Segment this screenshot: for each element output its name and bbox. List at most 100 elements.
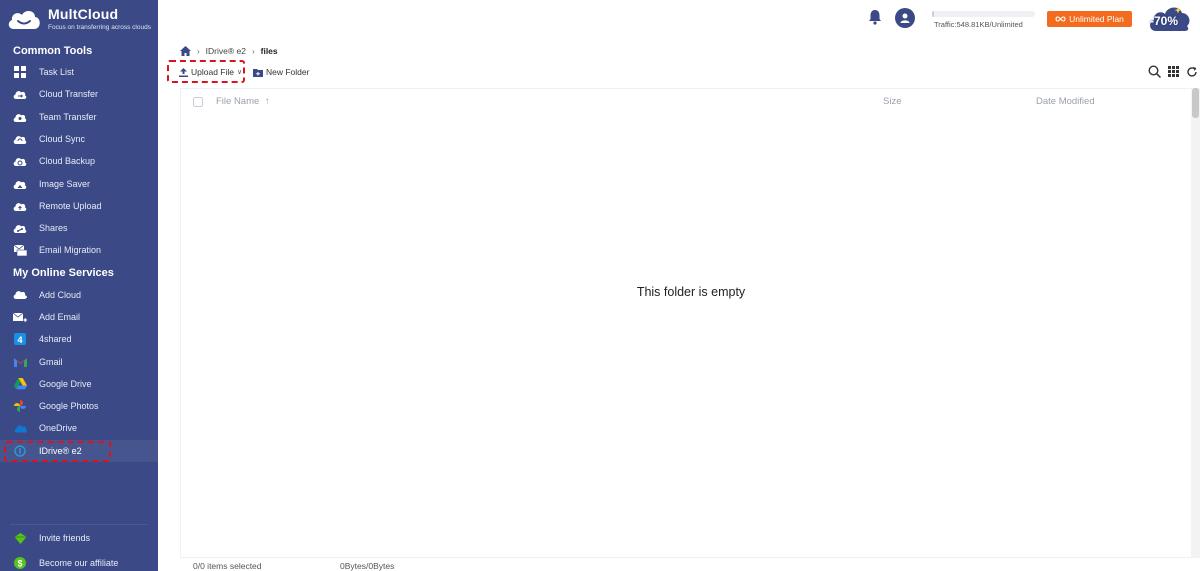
sidebar-item-task-list[interactable]: Task List xyxy=(0,61,158,83)
unlimited-plan-label: Unlimited Plan xyxy=(1069,14,1124,24)
sidebar-item-add-email[interactable]: Add Email xyxy=(0,306,158,328)
top-header: Traffic:548.81KB/Unlimited Unlimited Pla… xyxy=(158,0,1200,38)
traffic-text: Traffic:548.81KB/Unlimited xyxy=(934,20,1023,29)
online-services-title: My Online Services xyxy=(13,267,114,279)
svg-text:$: $ xyxy=(17,559,22,569)
email-migration-icon xyxy=(13,243,27,257)
promo-discount-text: -70% xyxy=(1150,14,1179,28)
sort-ascending-icon: ↑ xyxy=(264,96,270,107)
gift-icon xyxy=(13,531,27,545)
team-transfer-icon xyxy=(13,110,27,124)
sidebar-item-become-affiliate[interactable]: $ Become our affiliate xyxy=(0,552,158,571)
column-date-modified[interactable]: Date Modified xyxy=(1036,96,1095,107)
select-all-checkbox[interactable] xyxy=(193,97,203,107)
breadcrumb-current-folder: files xyxy=(260,46,278,56)
view-tools xyxy=(1148,65,1198,78)
infinity-icon xyxy=(1055,16,1066,22)
sidebar-item-label: Cloud Backup xyxy=(39,156,96,166)
new-folder-icon xyxy=(253,68,263,77)
4shared-icon: 4 xyxy=(13,332,27,346)
multcloud-logo-icon xyxy=(8,11,40,29)
brand-title: MultCloud xyxy=(48,6,119,22)
new-folder-label: New Folder xyxy=(266,67,310,77)
column-file-name[interactable]: File Name ↑ xyxy=(216,96,270,107)
unlimited-plan-button[interactable]: Unlimited Plan xyxy=(1047,11,1132,27)
sidebar-item-shares[interactable]: Shares xyxy=(0,217,158,239)
idrive-e2-highlight xyxy=(4,441,111,462)
sidebar-item-remote-upload[interactable]: Remote Upload xyxy=(0,195,158,217)
sidebar-item-label: Task List xyxy=(39,67,75,77)
sidebar-item-gmail[interactable]: Gmail xyxy=(0,351,158,373)
bell-icon[interactable] xyxy=(868,9,882,28)
sidebar-item-label: Cloud Sync xyxy=(39,134,86,144)
sidebar-item-4shared[interactable]: 4 4shared xyxy=(0,328,158,350)
user-icon xyxy=(900,13,910,23)
breadcrumb-idrive-e2[interactable]: IDrive® e2 xyxy=(206,46,246,56)
sidebar-item-cloud-sync[interactable]: Cloud Sync xyxy=(0,128,158,150)
sidebar-item-label: Become our affiliate xyxy=(39,558,119,568)
sidebar-item-label: Remote Upload xyxy=(39,201,102,211)
sidebar-item-label: Gmail xyxy=(39,357,63,367)
sidebar-item-image-saver[interactable]: Image Saver xyxy=(0,173,158,195)
multcloud-logo[interactable]: MultCloud Focus on transferring across c… xyxy=(6,4,156,36)
cloud-backup-icon xyxy=(13,154,27,168)
sidebar-item-team-transfer[interactable]: Team Transfer xyxy=(0,106,158,128)
cloud-transfer-icon xyxy=(13,87,27,101)
sidebar-item-google-drive[interactable]: Google Drive xyxy=(0,373,158,395)
sidebar-item-google-photos[interactable]: Google Photos xyxy=(0,395,158,417)
sidebar-item-add-cloud[interactable]: Add Cloud xyxy=(0,284,158,306)
sidebar-item-label: OneDrive xyxy=(39,423,78,433)
task-list-icon xyxy=(13,65,27,79)
file-list-panel: File Name ↑ Size Date Modified This fold… xyxy=(180,88,1200,558)
cloud-sync-icon xyxy=(13,132,27,146)
sidebar-divider xyxy=(10,524,148,525)
avatar[interactable] xyxy=(895,8,915,28)
new-folder-button[interactable]: New Folder xyxy=(253,63,309,81)
sidebar: MultCloud Focus on transferring across c… xyxy=(0,0,158,571)
sidebar-item-onedrive[interactable]: OneDrive xyxy=(0,417,158,439)
common-tools-title: Common Tools xyxy=(13,45,93,57)
brand-subtitle: Focus on transferring across clouds xyxy=(48,24,151,31)
sidebar-item-label: Add Cloud xyxy=(39,290,82,300)
sidebar-item-label: Invite friends xyxy=(39,533,91,543)
image-saver-icon xyxy=(13,177,27,191)
sidebar-item-email-migration[interactable]: Email Migration xyxy=(0,239,158,261)
vertical-scrollbar[interactable] xyxy=(1191,88,1200,558)
breadcrumb: › IDrive® e2 › files xyxy=(180,44,278,58)
sidebar-item-cloud-backup[interactable]: Cloud Backup xyxy=(0,150,158,172)
traffic-progress-bar xyxy=(932,11,1035,17)
selected-size-status: 0Bytes/0Bytes xyxy=(340,561,395,571)
sidebar-item-label: Shares xyxy=(39,223,68,233)
sidebar-item-invite-friends[interactable]: Invite friends xyxy=(0,527,158,549)
breadcrumb-chevron-icon: › xyxy=(197,46,200,56)
sidebar-item-label: Add Email xyxy=(39,312,81,322)
empty-folder-message: This folder is empty xyxy=(636,285,746,299)
upload-file-highlight xyxy=(167,60,245,83)
sidebar-item-label: Team Transfer xyxy=(39,112,97,122)
sidebar-item-label: Google Photos xyxy=(39,401,99,411)
add-cloud-icon xyxy=(13,288,27,302)
shares-icon xyxy=(13,221,27,235)
search-icon[interactable] xyxy=(1148,65,1161,78)
gmail-icon xyxy=(13,355,27,369)
sidebar-item-label: Google Drive xyxy=(39,379,92,389)
dollar-icon: $ xyxy=(13,556,27,570)
column-file-name-label: File Name xyxy=(216,96,260,107)
sidebar-item-cloud-transfer[interactable]: Cloud Transfer xyxy=(0,83,158,105)
sidebar-item-label: Cloud Transfer xyxy=(39,89,99,99)
column-size[interactable]: Size xyxy=(883,96,901,107)
svg-text:4: 4 xyxy=(17,335,22,345)
refresh-icon[interactable] xyxy=(1186,66,1198,78)
sidebar-item-label: Image Saver xyxy=(39,179,91,189)
grid-view-icon[interactable] xyxy=(1168,66,1179,77)
sidebar-item-label: 4shared xyxy=(39,334,72,344)
sidebar-item-label: Email Migration xyxy=(39,245,102,255)
google-photos-icon xyxy=(13,399,27,413)
scrollbar-thumb[interactable] xyxy=(1192,88,1199,118)
home-icon[interactable] xyxy=(180,46,191,56)
remote-upload-icon xyxy=(13,199,27,213)
add-email-icon xyxy=(13,310,27,324)
items-selected-status: 0/0 items selected xyxy=(193,561,262,571)
google-drive-icon xyxy=(13,377,27,391)
discount-promo[interactable]: -70% xyxy=(1148,3,1192,33)
